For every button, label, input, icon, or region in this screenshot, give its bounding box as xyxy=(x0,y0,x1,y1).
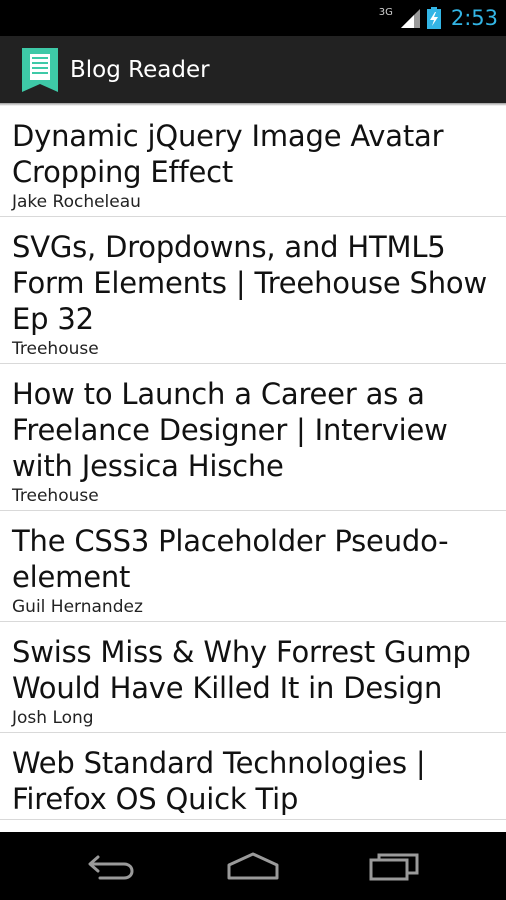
list-item[interactable]: SVGs, Dropdowns, and HTML5 Form Elements… xyxy=(0,217,506,364)
post-author: Jake Rocheleau xyxy=(12,192,141,212)
post-title: Dynamic jQuery Image Avatar Cropping Eff… xyxy=(12,119,444,189)
post-title: Swiss Miss & Why Forrest Gump Would Have… xyxy=(12,635,471,705)
network-type: 3G xyxy=(378,6,393,18)
post-title: SVGs, Dropdowns, and HTML5 Form Elements… xyxy=(12,230,487,336)
back-button[interactable] xyxy=(56,832,166,900)
post-title: How to Launch a Career as a Freelance De… xyxy=(12,377,448,483)
list-item[interactable]: Swiss Miss & Why Forrest Gump Would Have… xyxy=(0,622,506,733)
status-bar: 3G 2:53 xyxy=(0,0,506,36)
list-item[interactable]: How to Launch a Career as a Freelance De… xyxy=(0,364,506,511)
app-title: Blog Reader xyxy=(70,56,210,83)
app-icon[interactable] xyxy=(20,47,60,92)
signal-icon xyxy=(400,9,420,28)
battery-charging-icon xyxy=(426,7,441,29)
recent-apps-button[interactable] xyxy=(340,832,450,900)
home-button[interactable] xyxy=(198,832,308,900)
list-item[interactable]: Dynamic jQuery Image Avatar Cropping Eff… xyxy=(0,106,506,217)
home-icon xyxy=(227,852,279,880)
post-title: Web Standard Technologies | Firefox OS Q… xyxy=(12,746,426,816)
list-item[interactable]: Web Standard Technologies | Firefox OS Q… xyxy=(0,733,506,820)
post-title: The CSS3 Placeholder Pseudo-element xyxy=(12,524,449,594)
posts-list[interactable]: Dynamic jQuery Image Avatar Cropping Eff… xyxy=(0,106,506,832)
status-clock: 2:53 xyxy=(450,6,498,30)
post-author: Treehouse xyxy=(12,339,99,359)
post-author: Treehouse xyxy=(12,486,99,506)
list-item[interactable]: The CSS3 Placeholder Pseudo-element Guil… xyxy=(0,511,506,622)
action-bar: Blog Reader xyxy=(0,36,506,103)
post-author: Josh Long xyxy=(12,708,94,728)
navigation-bar xyxy=(0,832,506,900)
back-icon xyxy=(88,855,134,880)
post-author: Guil Hernandez xyxy=(12,597,143,617)
recent-apps-icon xyxy=(369,853,419,881)
